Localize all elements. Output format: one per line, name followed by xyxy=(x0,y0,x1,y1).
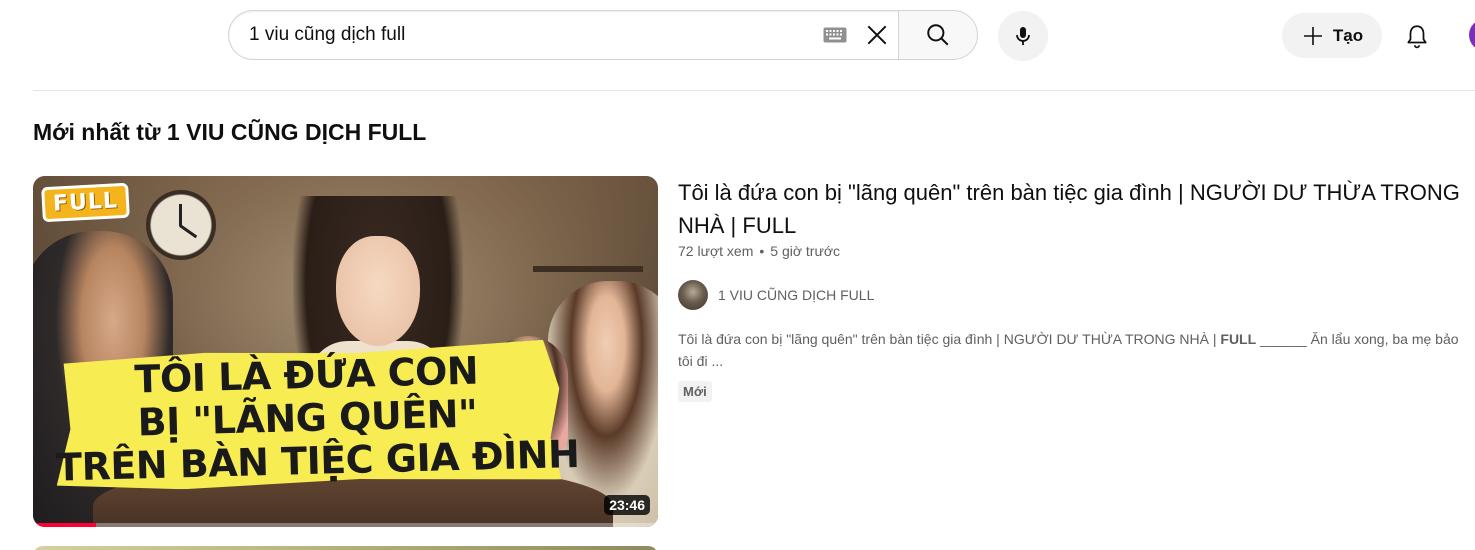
video-description: Tôi là đứa con bị "lãng quên" trên bàn t… xyxy=(678,328,1475,372)
bell-icon xyxy=(1406,24,1427,48)
search-icon xyxy=(927,24,949,46)
next-video-thumbnail[interactable] xyxy=(33,546,658,550)
watch-progress-fill xyxy=(33,523,96,527)
watch-progress-bar xyxy=(33,523,658,527)
close-icon xyxy=(867,25,887,45)
create-label: Tạo xyxy=(1332,25,1364,45)
mic-icon xyxy=(1016,27,1030,45)
full-tag: FULL xyxy=(41,182,130,223)
clear-search-button[interactable] xyxy=(857,15,897,55)
account-avatar[interactable] xyxy=(1469,19,1475,51)
video-title[interactable]: Tôi là đứa con bị "lãng quên" trên bàn t… xyxy=(678,176,1468,242)
view-count: 72 lượt xem xyxy=(678,243,754,259)
girl-face-illustration xyxy=(336,236,420,346)
section-title: Mới nhất từ 1 VIU CŨNG DỊCH FULL xyxy=(33,119,427,145)
notifications-button[interactable] xyxy=(1394,13,1439,58)
meta-separator: • xyxy=(759,243,765,259)
channel-name[interactable]: 1 VIU CŨNG DỊCH FULL xyxy=(718,287,874,303)
description-text: Tôi là đứa con bị "lãng quên" trên bàn t… xyxy=(678,331,1221,347)
channel-avatar[interactable] xyxy=(678,280,708,310)
upload-age: 5 giờ trước xyxy=(770,243,841,259)
voice-search-button[interactable] xyxy=(998,11,1048,61)
keyboard-icon[interactable] xyxy=(823,27,847,43)
video-thumbnail[interactable]: FULL TÔI LÀ ĐỨA CON BỊ "LÃNG QUÊN" TRÊN … xyxy=(33,176,658,527)
new-badge: Mới xyxy=(678,381,712,402)
video-meta: 72 lượt xem • 5 giờ trước xyxy=(678,243,840,259)
channel-link[interactable]: 1 VIU CŨNG DỊCH FULL xyxy=(678,280,874,310)
shelf-illustration xyxy=(533,266,643,272)
search-button[interactable] xyxy=(898,10,978,60)
duration-badge: 23:46 xyxy=(604,495,650,515)
search-box[interactable] xyxy=(228,10,899,60)
thumbnail-caption: TÔI LÀ ĐỨA CON BỊ "LÃNG QUÊN" TRÊN BÀN T… xyxy=(53,347,580,490)
search-input[interactable] xyxy=(249,20,823,50)
clock-illustration xyxy=(146,190,216,260)
plus-icon xyxy=(1303,26,1322,45)
header-divider xyxy=(33,90,1475,91)
description-bold: FULL xyxy=(1220,331,1257,347)
create-button[interactable]: Tạo xyxy=(1282,13,1382,58)
